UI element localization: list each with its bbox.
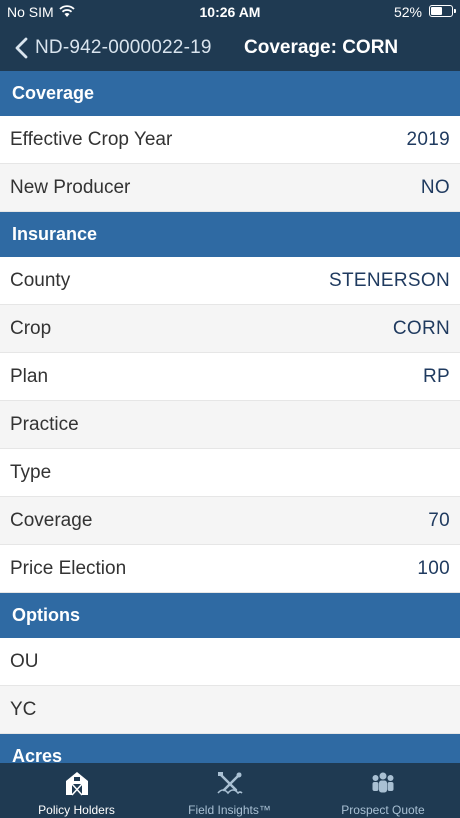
status-bar: No SIM 10:26 AM 52% [0, 0, 460, 25]
row-crop: Crop CORN [0, 305, 460, 353]
section-header-options: Options [0, 593, 460, 638]
row-label: New Producer [10, 176, 131, 198]
row-new-producer: New Producer NO [0, 164, 460, 212]
tab-label: Field Insights™ [188, 803, 271, 817]
page-title: Coverage: CORN [244, 37, 399, 58]
row-value: 70 [428, 509, 450, 531]
row-label: OU [10, 650, 39, 672]
row-coverage-level: Coverage 70 [0, 497, 460, 545]
clock: 10:26 AM [199, 4, 261, 20]
section-header-acres: Acres [0, 734, 460, 763]
coverage-detail-list[interactable]: Coverage Effective Crop Year 2019 New Pr… [0, 71, 460, 763]
tab-label: Prospect Quote [341, 803, 425, 817]
row-plan: Plan RP [0, 353, 460, 401]
row-label: YC [10, 698, 37, 720]
tab-policy-holders[interactable]: Policy Holders [0, 763, 153, 818]
row-effective-crop-year: Effective Crop Year 2019 [0, 116, 460, 164]
tab-label: Policy Holders [38, 803, 115, 817]
field-tools-icon [216, 772, 243, 795]
row-value: CORN [392, 317, 450, 339]
row-county: County STENERSON [0, 257, 460, 305]
battery-icon [429, 5, 456, 17]
tab-prospect-quote[interactable]: Prospect Quote [306, 763, 460, 818]
row-ou: OU [0, 638, 460, 686]
row-price-election: Price Election 100 [0, 545, 460, 593]
section-header-insurance: Insurance [0, 212, 460, 257]
row-value: 2019 [406, 128, 450, 150]
row-yc: YC [0, 686, 460, 734]
row-value: STENERSON [329, 269, 450, 291]
tab-bar: Policy Holders Field Insights™ Prospect … [0, 763, 460, 818]
row-label: County [10, 269, 71, 291]
section-header-coverage: Coverage [0, 71, 460, 116]
row-label: Effective Crop Year [10, 128, 173, 150]
people-group-icon [372, 772, 394, 793]
back-chevron-icon[interactable] [12, 36, 32, 60]
row-practice: Practice [0, 401, 460, 449]
battery-percent: 52% [393, 4, 422, 20]
row-label: Practice [10, 413, 79, 435]
row-label: Crop [10, 317, 52, 339]
navigation-bar: ND-942-0000022-19 Coverage: CORN [0, 25, 460, 71]
row-label: Type [10, 461, 52, 483]
row-value: RP [423, 365, 450, 387]
row-label: Plan [10, 365, 49, 387]
row-value: NO [420, 176, 450, 198]
row-type: Type [0, 449, 460, 497]
row-label: Coverage [10, 509, 93, 531]
row-label: Price Election [10, 557, 127, 579]
back-button-label[interactable]: ND-942-0000022-19 [35, 37, 212, 59]
barn-icon [65, 772, 88, 796]
tab-field-insights[interactable]: Field Insights™ [153, 763, 306, 818]
row-value: 100 [417, 557, 450, 579]
